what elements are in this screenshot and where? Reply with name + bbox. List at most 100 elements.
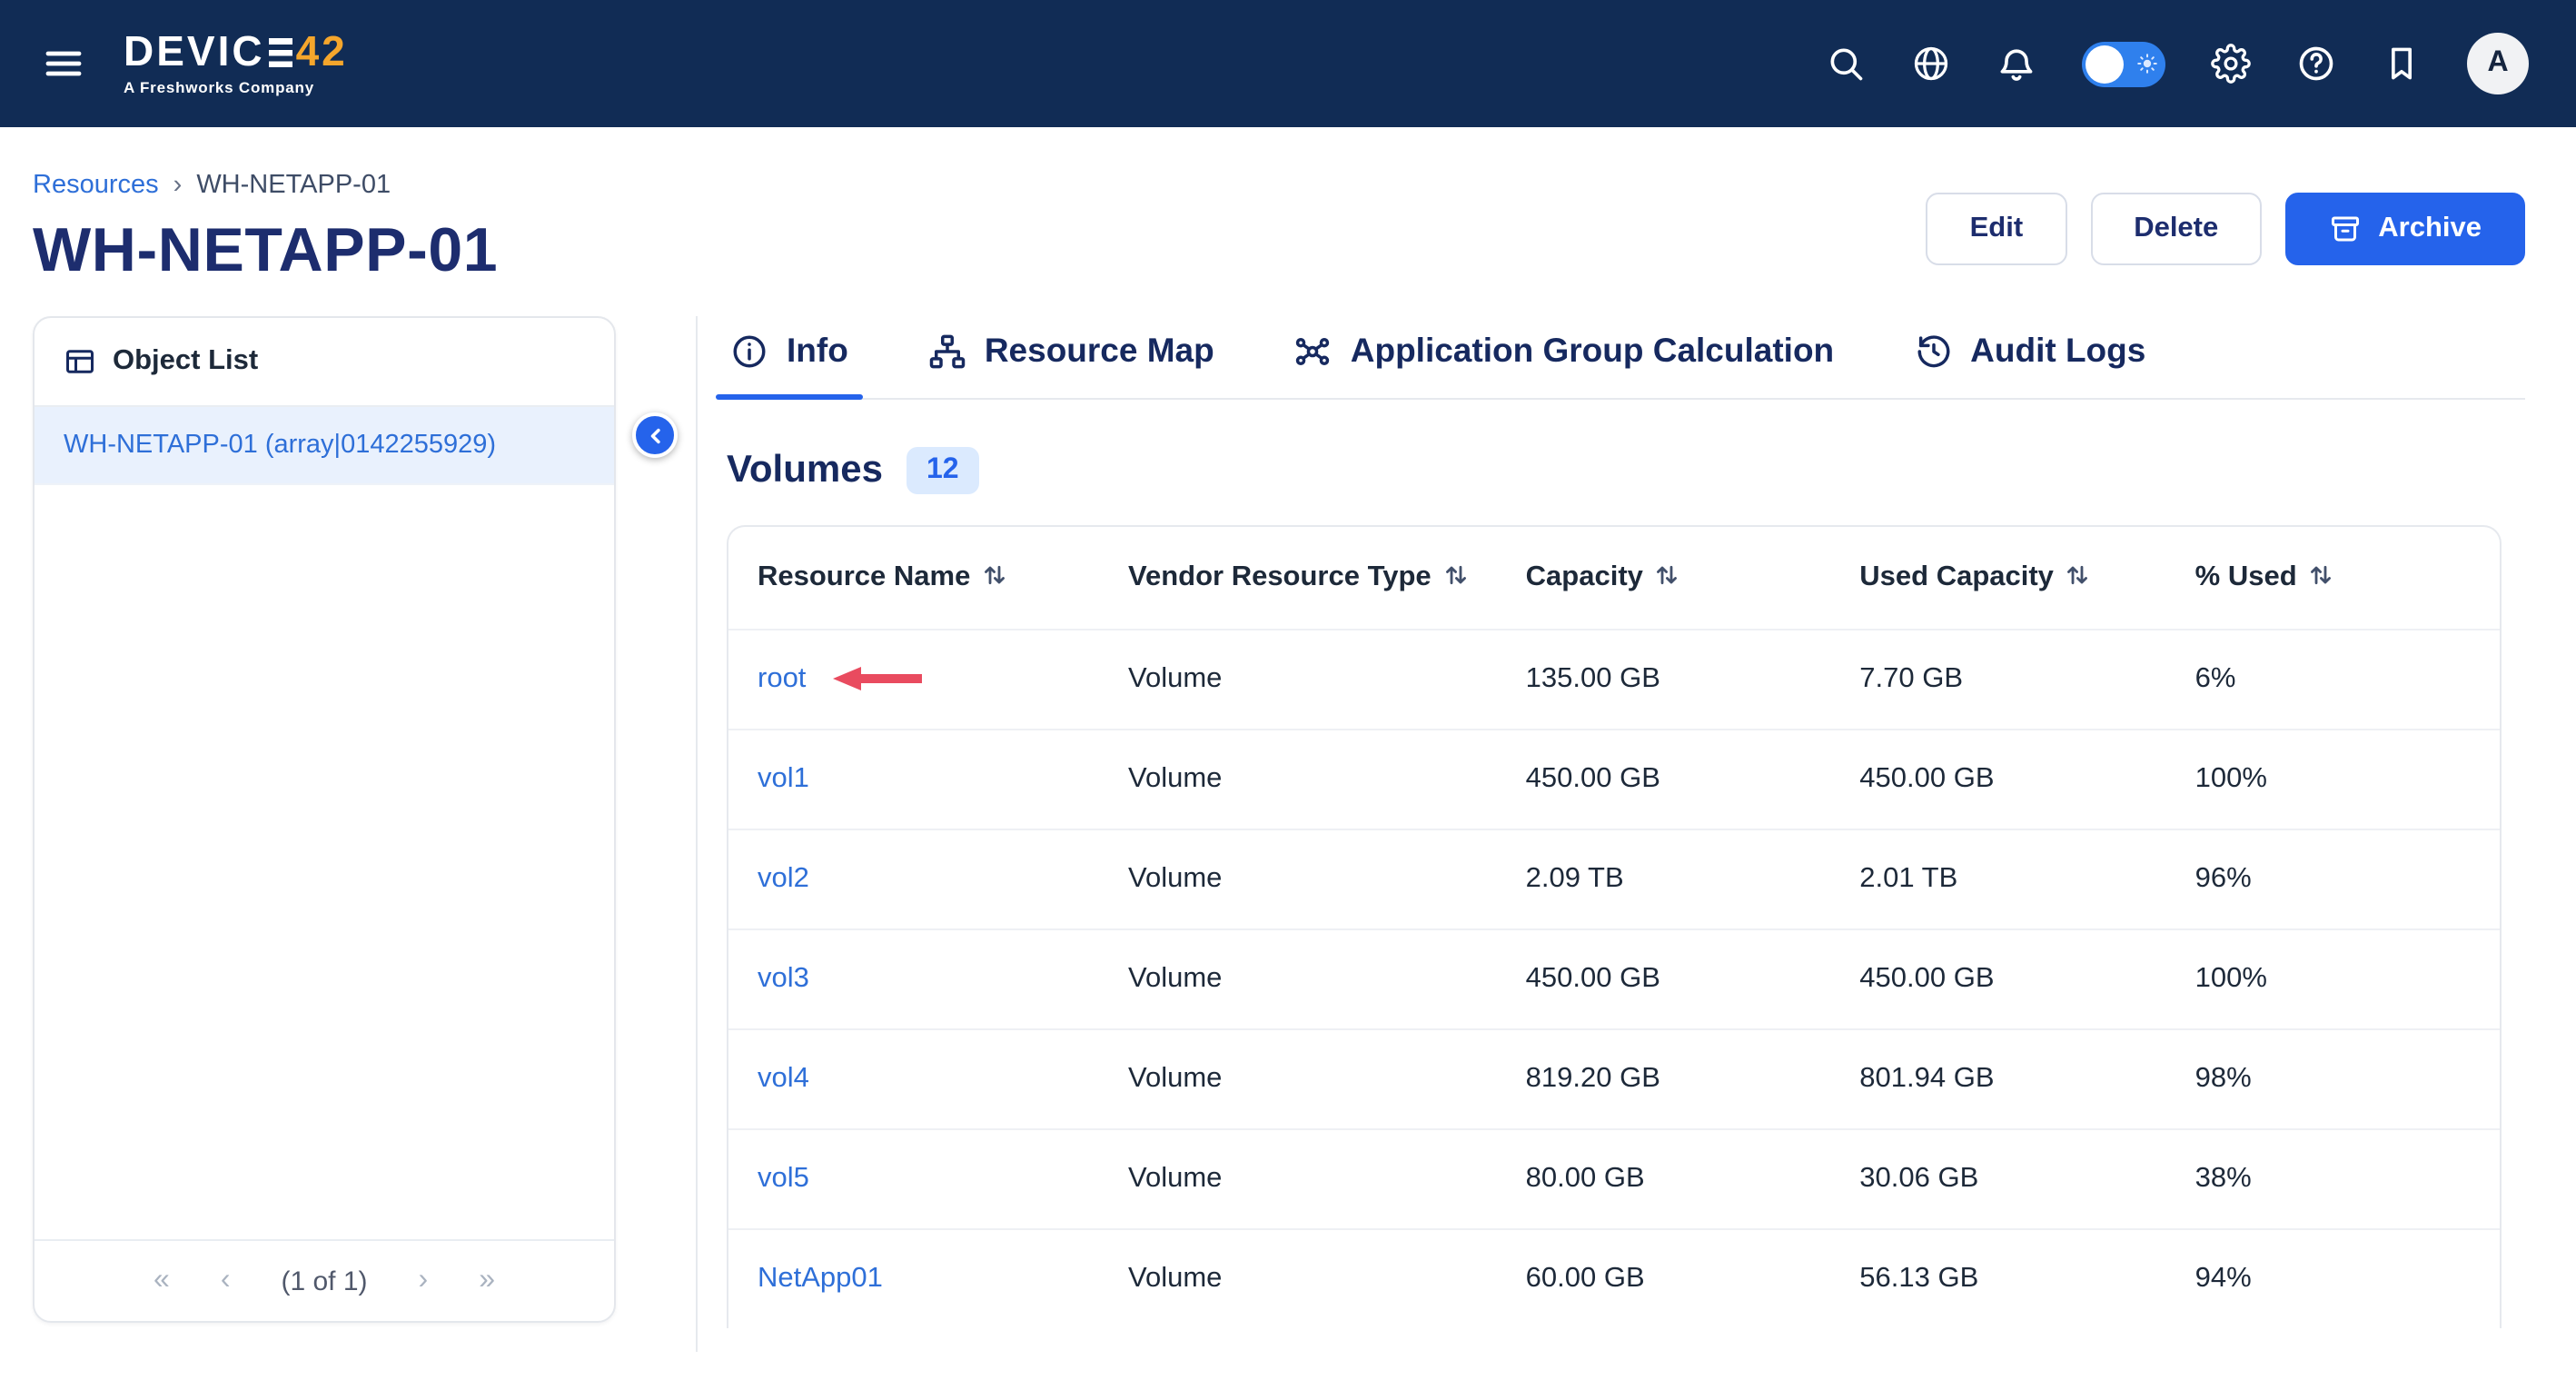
- volumes-count-badge: 12: [907, 447, 979, 494]
- column-header-resource-name[interactable]: Resource Name: [728, 527, 1099, 630]
- object-list-title: Object List: [113, 345, 258, 378]
- column-header-used-capacity[interactable]: Used Capacity: [1830, 527, 2165, 630]
- object-list-item-selected[interactable]: WH-NETAPP-01 (array|0142255929): [35, 407, 614, 485]
- column-label: % Used: [2195, 561, 2297, 592]
- logo-text-main: DEVIC: [124, 29, 265, 75]
- volumes-table: Resource Name Vendor Resource Type Capac…: [727, 525, 2502, 1328]
- title-block: Resources › WH-NETAPP-01 WH-NETAPP-01: [33, 171, 498, 287]
- volume-row-vol1: vol1 Volume 450.00 GB 450.00 GB 100%: [728, 730, 2500, 829]
- application-group-icon: [1294, 332, 1333, 370]
- breadcrumb-separator: ›: [173, 171, 183, 200]
- tab-info[interactable]: Info: [727, 331, 852, 398]
- nav-right-icons: A: [1826, 33, 2529, 94]
- column-header-percent-used[interactable]: % Used: [2166, 527, 2500, 630]
- cell-used-capacity: 7.70 GB: [1830, 630, 2165, 730]
- cell-used-capacity: 30.06 GB: [1830, 1129, 2165, 1229]
- sort-icon: [983, 563, 1006, 587]
- volume-link-vol5[interactable]: vol5: [758, 1163, 809, 1194]
- object-list-header: Object List: [35, 318, 614, 407]
- archive-button[interactable]: Archive: [2285, 193, 2525, 265]
- cell-percent-used: 94%: [2166, 1229, 2500, 1328]
- cell-resource-name: vol2: [728, 829, 1099, 929]
- volume-link-vol3[interactable]: vol3: [758, 963, 809, 994]
- cell-resource-name: root: [728, 630, 1099, 730]
- avatar-initial: A: [2487, 47, 2508, 80]
- cell-resource-name: vol1: [728, 730, 1099, 829]
- archive-icon: [2329, 213, 2362, 245]
- cell-capacity: 819.20 GB: [1497, 1029, 1831, 1129]
- volume-link-netapp01[interactable]: NetApp01: [758, 1263, 883, 1294]
- cell-vendor-type: Volume: [1099, 630, 1497, 730]
- cell-resource-name: vol3: [728, 929, 1099, 1029]
- volumes-table-header-row: Resource Name Vendor Resource Type Capac…: [728, 527, 2500, 630]
- cell-used-capacity: 2.01 TB: [1830, 829, 2165, 929]
- tab-resource-map[interactable]: Resource Map: [925, 331, 1218, 398]
- volume-link-vol4[interactable]: vol4: [758, 1063, 809, 1094]
- volume-link-vol1[interactable]: vol1: [758, 763, 809, 794]
- pagination-first-button[interactable]: «: [154, 1265, 170, 1297]
- column-label: Capacity: [1526, 561, 1643, 592]
- cell-used-capacity: 56.13 GB: [1830, 1229, 2165, 1328]
- tab-application-group-calculation[interactable]: Application Group Calculation: [1291, 331, 1838, 398]
- resource-map-icon: [928, 332, 966, 370]
- cell-capacity: 60.00 GB: [1497, 1229, 1831, 1328]
- notifications-button[interactable]: [1996, 44, 2036, 84]
- cell-percent-used: 96%: [2166, 829, 2500, 929]
- search-button[interactable]: [1826, 44, 1866, 84]
- user-avatar[interactable]: A: [2467, 33, 2529, 94]
- object-list-spacer: [35, 485, 614, 1239]
- column-header-vendor-resource-type[interactable]: Vendor Resource Type: [1099, 527, 1497, 630]
- cell-percent-used: 100%: [2166, 730, 2500, 829]
- logo-text-accent: 42: [296, 29, 348, 75]
- volumes-section-header: Volumes 12: [727, 447, 2525, 494]
- annotation-arrow-icon: [831, 666, 922, 693]
- logo-e-bars-icon: [269, 38, 292, 67]
- settings-button[interactable]: [2211, 44, 2251, 84]
- object-list-icon: [64, 345, 96, 378]
- cell-percent-used: 98%: [2166, 1029, 2500, 1129]
- info-icon: [730, 332, 768, 370]
- bookmark-button[interactable]: [2382, 44, 2422, 84]
- action-buttons: Edit Delete Archive: [1927, 193, 2525, 265]
- breadcrumb: Resources › WH-NETAPP-01: [33, 171, 498, 200]
- volume-row-vol4: vol4 Volume 819.20 GB 801.94 GB 98%: [728, 1029, 2500, 1129]
- cell-percent-used: 38%: [2166, 1129, 2500, 1229]
- cell-used-capacity: 450.00 GB: [1830, 730, 2165, 829]
- tab-application-group-calculation-label: Application Group Calculation: [1351, 331, 1834, 371]
- column-label: Used Capacity: [1859, 561, 2054, 592]
- archive-button-label: Archive: [2378, 213, 2482, 245]
- hamburger-menu-button[interactable]: [40, 40, 87, 87]
- cell-used-capacity: 801.94 GB: [1830, 1029, 2165, 1129]
- tab-audit-logs[interactable]: Audit Logs: [1910, 331, 2149, 398]
- logo-wordmark: DEVIC 42: [124, 29, 348, 75]
- globe-icon: [1911, 44, 1951, 84]
- edit-button[interactable]: Edit: [1927, 193, 2067, 265]
- audit-logs-icon: [1914, 332, 1952, 370]
- delete-button[interactable]: Delete: [2090, 193, 2262, 265]
- cell-percent-used: 6%: [2166, 630, 2500, 730]
- page-header: Resources › WH-NETAPP-01 WH-NETAPP-01 Ed…: [33, 171, 2525, 287]
- panel-collapse-button[interactable]: [632, 412, 678, 458]
- help-button[interactable]: [2296, 44, 2336, 84]
- pagination-label: (1 of 1): [281, 1266, 367, 1296]
- pagination-next-button[interactable]: ›: [419, 1265, 429, 1297]
- pagination-last-button[interactable]: »: [479, 1265, 495, 1297]
- column-header-capacity[interactable]: Capacity: [1497, 527, 1831, 630]
- cell-resource-name: NetApp01: [728, 1229, 1099, 1328]
- cell-vendor-type: Volume: [1099, 1129, 1497, 1229]
- volume-link-root[interactable]: root: [758, 663, 806, 694]
- search-icon: [1826, 44, 1866, 84]
- globe-button[interactable]: [1911, 44, 1951, 84]
- breadcrumb-current: WH-NETAPP-01: [196, 171, 391, 200]
- column-label: Resource Name: [758, 561, 970, 592]
- column-label: Vendor Resource Type: [1128, 561, 1432, 592]
- volume-link-vol2[interactable]: vol2: [758, 863, 809, 894]
- volume-row-vol3: vol3 Volume 450.00 GB 450.00 GB 100%: [728, 929, 2500, 1029]
- hamburger-icon: [42, 42, 85, 85]
- pagination-prev-button[interactable]: ‹: [221, 1265, 231, 1297]
- cell-percent-used: 100%: [2166, 929, 2500, 1029]
- theme-toggle[interactable]: [2082, 41, 2165, 86]
- breadcrumb-resources-link[interactable]: Resources: [33, 171, 159, 200]
- sort-icon: [2066, 563, 2090, 587]
- sort-icon: [1656, 563, 1679, 587]
